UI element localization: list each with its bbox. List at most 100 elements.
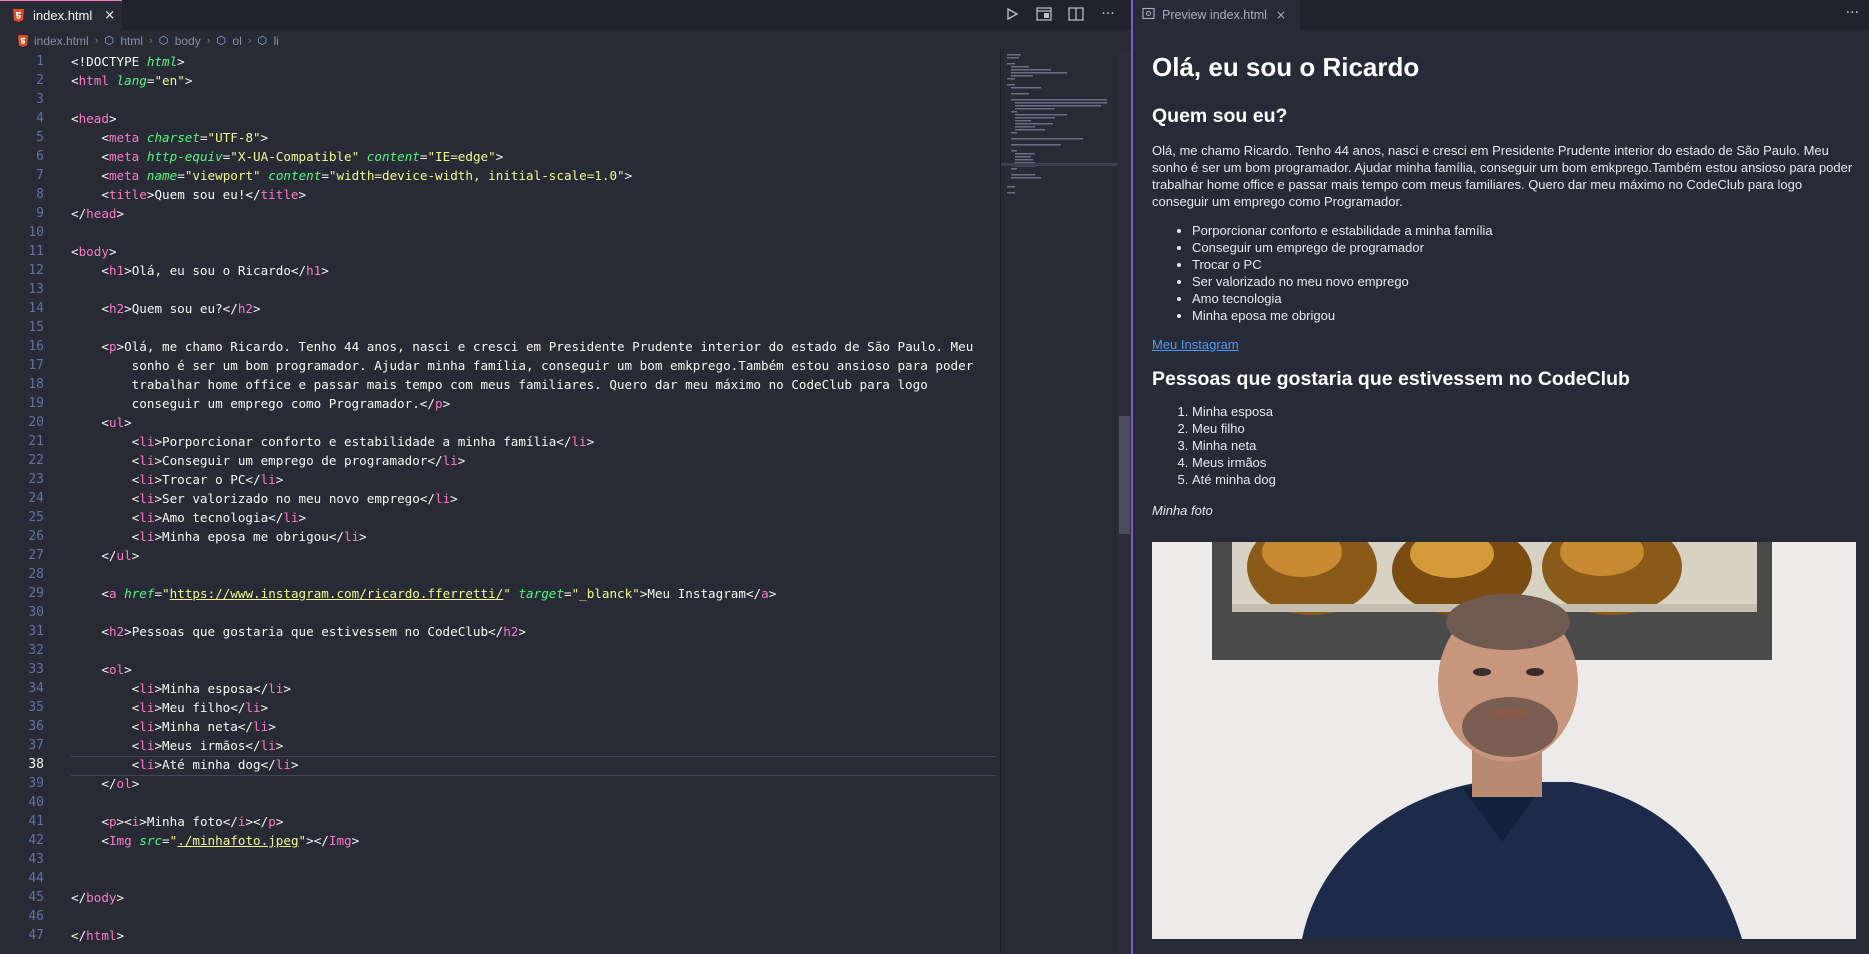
preview-document: Olá, eu sou o Ricardo Quem sou eu? Olá, … <box>1152 30 1856 518</box>
tab-label: index.html <box>33 8 93 23</box>
breadcrumb-file[interactable]: index.html <box>18 34 89 48</box>
line-number: 15 <box>28 320 44 335</box>
html5-file-icon <box>18 35 28 47</box>
line-number: 2 <box>36 73 44 88</box>
html5-file-icon <box>13 9 24 22</box>
tab-label: Preview index.html <box>1162 8 1267 22</box>
code-line: <li>Minha eposa me obrigou</li> <box>131 529 367 544</box>
more-actions-icon[interactable]: ··· <box>1846 5 1859 21</box>
split-editor-icon[interactable] <box>1067 5 1085 23</box>
code-line: <meta http-equiv="X-UA-Compatible" conte… <box>101 149 504 164</box>
profile-photo <box>1152 542 1856 939</box>
bio-paragraph: Olá, me chamo Ricardo. Tenho 44 anos, na… <box>1152 143 1853 209</box>
line-number: 4 <box>36 111 44 126</box>
line-number: 5 <box>36 130 44 145</box>
code-line: sonho é ser um bom programador. Ajudar m… <box>131 358 974 373</box>
list-item: Minha neta <box>1192 437 1856 454</box>
instagram-link[interactable]: Meu Instagram <box>1152 337 1856 352</box>
code-line: <li>Minha esposa</li> <box>131 681 291 696</box>
section-heading-about: Quem sou eu? <box>1152 105 1288 127</box>
breadcrumb-label: index.html <box>34 34 89 48</box>
line-number: 1 <box>36 54 44 69</box>
breadcrumb-ol[interactable]: ⬡ ol <box>216 34 241 48</box>
line-number: 9 <box>36 206 44 221</box>
breadcrumb-label: body <box>174 34 201 48</box>
code-line: <li>Minha neta</li> <box>131 719 276 734</box>
list-item: Porporcionar conforto e estabilidade a m… <box>1192 222 1856 239</box>
breadcrumb-label: li <box>273 34 279 48</box>
code-line: </ul> <box>101 548 140 563</box>
code-line: <li>Conseguir um emprego de programador<… <box>131 453 466 468</box>
line-number: 31 <box>28 624 44 639</box>
line-number: 16 <box>28 339 44 354</box>
code-line: <!DOCTYPE html> <box>71 54 185 69</box>
line-number: 13 <box>28 282 44 297</box>
line-number: 42 <box>28 833 44 848</box>
breadcrumb-li[interactable]: ⬡ li <box>257 34 278 48</box>
line-number: 34 <box>28 681 44 696</box>
line-number: 23 <box>28 472 44 487</box>
code-line: <ol> <box>101 662 132 677</box>
line-number: 19 <box>28 396 44 411</box>
breadcrumb-label: ol <box>232 34 242 48</box>
code-line: <meta name="viewport" content="width=dev… <box>101 168 633 183</box>
code-line: <h2>Pessoas que gostaria que estivessem … <box>101 624 526 639</box>
more-actions-icon[interactable]: ··· <box>1099 5 1117 23</box>
preview-icon <box>1142 7 1155 23</box>
code-line: <p><i>Minha foto</i></p> <box>101 814 284 829</box>
tag-icon: ⬡ <box>216 35 227 47</box>
list-item: Trocar o PC <box>1192 256 1856 273</box>
line-number: 30 <box>28 605 44 620</box>
list-item: Conseguir um emprego de programador <box>1192 239 1856 256</box>
code-line: </ol> <box>101 776 140 791</box>
line-number: 45 <box>28 890 44 905</box>
preview-pane: Preview index.html × ··· Olá, eu sou o R… <box>1133 0 1869 954</box>
code-editor[interactable]: <!DOCTYPE html> <html lang="en"> <head> … <box>71 52 996 945</box>
code-line: <li>Meu filho</li> <box>131 700 269 715</box>
line-number-gutter: 1 2 3 4 5 6 7 8 9 10 11 12 13 14 15 16 17 18 19 20 21 22 23 24 2… <box>0 52 58 945</box>
code-line: <a href="https://www.instagram.com/ricar… <box>101 586 777 601</box>
list-item: Minha esposa <box>1192 403 1856 420</box>
line-number: 7 <box>36 168 44 183</box>
code-line: <h1>Olá, eu sou o Ricardo</h1> <box>101 263 329 278</box>
tab-index-html[interactable]: index.html × <box>0 0 122 30</box>
code-line-current: <li>Até minha dog</li> <box>131 757 299 772</box>
editor-toolbar: ··· <box>1003 5 1117 23</box>
line-number: 41 <box>28 814 44 829</box>
breadcrumb-html[interactable]: ⬡ html <box>104 34 143 48</box>
line-number: 20 <box>28 415 44 430</box>
line-number: 3 <box>36 92 44 107</box>
list-item: Meus irmãos <box>1192 454 1856 471</box>
breadcrumb-body[interactable]: ⬡ body <box>159 34 201 48</box>
code-line: <title>Quem sou eu!</title> <box>101 187 307 202</box>
tab-close-icon[interactable]: × <box>1276 8 1286 22</box>
line-number: 24 <box>28 491 44 506</box>
run-icon[interactable] <box>1003 5 1021 23</box>
minimap[interactable] <box>1000 52 1119 954</box>
code-line: <meta charset="UTF-8"> <box>101 130 269 145</box>
line-number: 29 <box>28 586 44 601</box>
code-line: </head> <box>71 206 125 221</box>
line-number: 18 <box>28 377 44 392</box>
line-number: 37 <box>28 738 44 753</box>
section-heading-people: Pessoas que gostaria que estivessem no C… <box>1152 368 1630 390</box>
tab-close-icon[interactable]: × <box>104 8 115 23</box>
open-preview-icon[interactable] <box>1035 5 1053 23</box>
code-line: <li>Amo tecnologia</li> <box>131 510 307 525</box>
code-line: <head> <box>71 111 117 126</box>
line-number: 22 <box>28 453 44 468</box>
minimap-preview <box>1001 54 1119 194</box>
chevron-right-icon: › <box>94 35 99 47</box>
tab-preview[interactable]: Preview index.html × <box>1133 0 1300 30</box>
tag-icon: ⬡ <box>257 35 268 47</box>
line-number: 36 <box>28 719 44 734</box>
tag-icon: ⬡ <box>158 35 169 47</box>
scrollbar-thumb[interactable] <box>1119 416 1130 534</box>
